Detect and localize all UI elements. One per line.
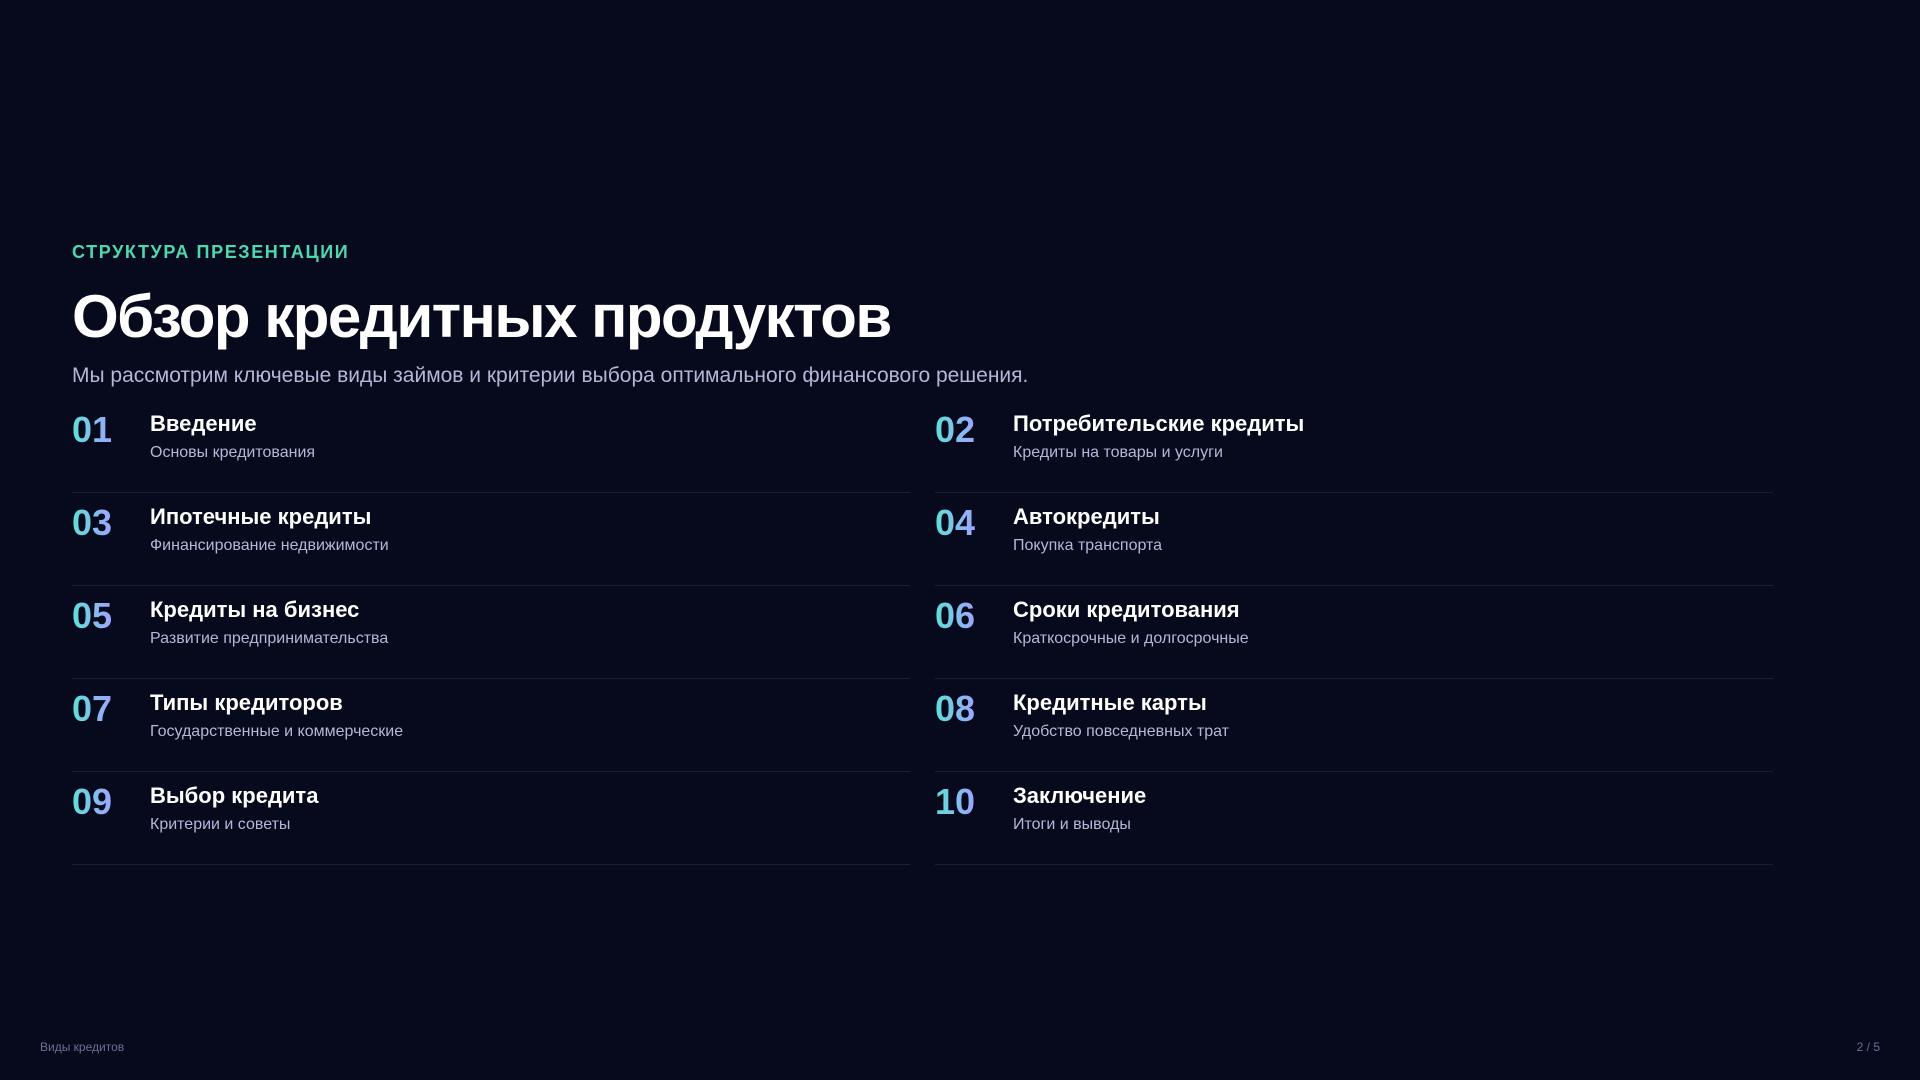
agenda-item: 07 Типы кредиторов Государственные и ком… — [72, 679, 910, 772]
footer-page-number: 2 / 5 — [1856, 1040, 1880, 1054]
agenda-item-title: Типы кредиторов — [150, 690, 343, 715]
agenda-item-description: Покупка транспорта — [1013, 537, 1163, 554]
agenda-item: 05 Кредиты на бизнес Развитие предприним… — [72, 586, 910, 679]
agenda-item-description: Развитие предпринимательства — [150, 630, 389, 647]
agenda-item: 02 Потребительские кредиты Кредиты на то… — [935, 400, 1773, 493]
agenda-item-number: 05 — [72, 595, 113, 636]
agenda-item-title: Автокредиты — [1013, 504, 1160, 529]
agenda-grid: 01 Введение Основы кредитования 02 Потре… — [72, 400, 1773, 865]
agenda-item-title: Ипотечные кредиты — [150, 504, 372, 529]
agenda-item-description: Итоги и выводы — [1013, 816, 1131, 833]
agenda-item-number: 01 — [72, 409, 113, 450]
slide: СТРУКТУРА ПРЕЗЕНТАЦИИ Обзор кредитных пр… — [0, 0, 1920, 1080]
agenda-item-number: 06 — [935, 595, 976, 636]
agenda-item-title: Выбор кредита — [150, 783, 319, 808]
agenda-item-number: 07 — [72, 688, 113, 729]
agenda-item-description: Основы кредитования — [150, 444, 316, 461]
agenda-item: 09 Выбор кредита Критерии и советы — [72, 772, 910, 865]
page-title: Обзор кредитных продуктов — [72, 283, 892, 350]
agenda-item-description: Критерии и советы — [150, 816, 291, 833]
agenda-item-description: Финансирование недвижимости — [150, 537, 389, 554]
agenda-item-title: Введение — [150, 411, 257, 436]
agenda-item-number: 10 — [935, 781, 976, 822]
agenda-item: 04 Автокредиты Покупка транспорта — [935, 493, 1773, 586]
agenda-item: 10 Заключение Итоги и выводы — [935, 772, 1773, 865]
agenda-item-number: 09 — [72, 781, 113, 822]
agenda-item-number: 08 — [935, 688, 976, 729]
page-subtitle: Мы рассмотрим ключевые виды займов и кри… — [72, 364, 1029, 387]
agenda-item-description: Удобство повседневных трат — [1013, 723, 1230, 740]
agenda-item-number: 03 — [72, 502, 113, 543]
agenda-item-title: Сроки кредитования — [1013, 597, 1240, 622]
agenda-item-number: 02 — [935, 409, 976, 450]
agenda-item-title: Кредитные карты — [1013, 690, 1207, 715]
agenda-item-title: Потребительские кредиты — [1013, 411, 1305, 436]
slide-content: СТРУКТУРА ПРЕЗЕНТАЦИИ Обзор кредитных пр… — [72, 240, 1773, 865]
agenda-item-description: Кредиты на товары и услуги — [1013, 444, 1223, 461]
agenda-item: 06 Сроки кредитования Краткосрочные и до… — [935, 586, 1773, 679]
agenda-item-title: Кредиты на бизнес — [150, 597, 360, 622]
agenda-item: 08 Кредитные карты Удобство повседневных… — [935, 679, 1773, 772]
footer-deck-title: Виды кредитов — [40, 1040, 125, 1054]
section-eyebrow: СТРУКТУРА ПРЕЗЕНТАЦИИ — [72, 242, 350, 262]
agenda-item-title: Заключение — [1013, 783, 1147, 808]
agenda-item-number: 04 — [935, 502, 976, 543]
agenda-item: 03 Ипотечные кредиты Финансирование недв… — [72, 493, 910, 586]
agenda-item: 01 Введение Основы кредитования — [72, 400, 910, 493]
agenda-item-description: Государственные и коммерческие — [150, 723, 404, 740]
agenda-item-description: Краткосрочные и долгосрочные — [1013, 630, 1249, 647]
